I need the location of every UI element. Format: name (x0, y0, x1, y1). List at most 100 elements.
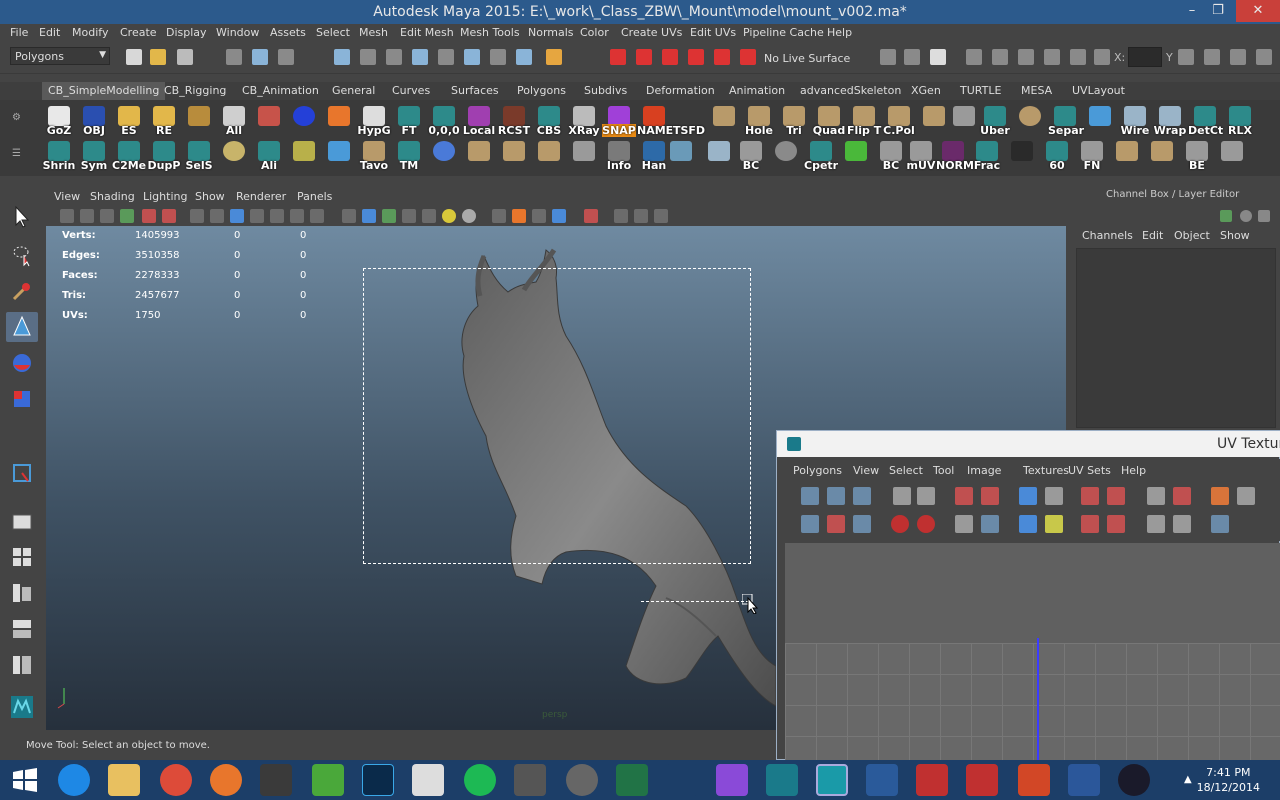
shelf-btn-wire[interactable]: Wire (1118, 104, 1152, 138)
maya-lt-icon[interactable] (766, 764, 798, 796)
uv-border-icon[interactable] (1173, 515, 1191, 533)
shelf-btn-es[interactable]: ES (112, 104, 146, 138)
shelf-btn-separ[interactable]: Separ (1048, 104, 1084, 138)
menu-file[interactable]: File (10, 26, 28, 39)
relative-icon[interactable] (1044, 49, 1060, 65)
vp-menu-renderer[interactable]: Renderer (236, 190, 286, 203)
mask-icon-7[interactable] (490, 49, 506, 65)
lights-icon[interactable] (442, 209, 456, 223)
paint-select-tool-icon[interactable] (6, 276, 38, 306)
uv-tool-icon-4[interactable] (801, 515, 819, 533)
shelf-tab-xgen[interactable]: XGen (905, 82, 947, 100)
shelf-btn-strip[interactable] (917, 104, 951, 138)
vp-menu-view[interactable]: View (54, 190, 80, 203)
select-hierarchy-icon[interactable] (226, 49, 242, 65)
menu-color[interactable]: Color (580, 26, 609, 39)
tool-settings-icon[interactable] (1230, 49, 1246, 65)
cb-menu-show[interactable]: Show (1220, 229, 1250, 242)
shelf-tab-mesa[interactable]: MESA (1015, 82, 1058, 100)
uv-tool-icon-5[interactable] (827, 515, 845, 533)
sidebar-icon[interactable] (1178, 49, 1194, 65)
shelf-btn-blank[interactable] (947, 104, 981, 138)
mask-icon-5[interactable] (438, 49, 454, 65)
shelf-tab-uvlayout[interactable]: UVLayout (1066, 82, 1131, 100)
render-icon[interactable] (904, 49, 920, 65)
snap-view-icon[interactable] (688, 49, 704, 65)
rotate-tool-icon[interactable] (6, 348, 38, 378)
uv-normalize-icon[interactable] (1081, 487, 1099, 505)
ipr-icon[interactable] (1018, 49, 1034, 65)
maximize-button[interactable]: ❐ (1202, 0, 1234, 22)
uv-menu-tool[interactable]: Tool (933, 464, 954, 477)
uv-rotate-cw-icon[interactable] (917, 515, 935, 533)
shelf-btn-rlx[interactable]: RLX (1223, 104, 1257, 138)
shelf-btn-skeleton[interactable] (702, 139, 736, 173)
grease-pencil-icon[interactable] (162, 209, 176, 223)
shelf-btn-bc[interactable]: BC (734, 139, 768, 173)
shelf-btn-grid[interactable] (1083, 104, 1117, 138)
shelf-btn-hole[interactable]: Hole (742, 104, 776, 138)
camera-attr-icon[interactable] (80, 209, 94, 223)
xray-active-icon[interactable] (552, 209, 566, 223)
uv-flip-icon[interactable] (893, 487, 911, 505)
shelf-tab-cb-rigging[interactable]: CB_Rigging (158, 82, 232, 100)
shelf-tab-subdivs[interactable]: Subdivs (578, 82, 633, 100)
snap-live-icon[interactable] (714, 49, 730, 65)
snap-point-icon[interactable] (662, 49, 678, 65)
film-gate-icon[interactable] (210, 209, 224, 223)
menu-normals[interactable]: Normals (528, 26, 574, 39)
shelf-btn-hypg[interactable]: HypG (357, 104, 391, 138)
render-view-icon[interactable] (930, 49, 946, 65)
isolate-icon[interactable] (492, 209, 506, 223)
select-component-icon[interactable] (278, 49, 294, 65)
uv-straighten-icon[interactable] (1107, 487, 1125, 505)
shelf-btn-pillar[interactable] (497, 139, 531, 173)
uvlayout-icon[interactable] (716, 764, 748, 796)
resolution-gate-icon[interactable] (230, 209, 244, 223)
uv-tool-icon-2[interactable] (827, 487, 845, 505)
shelf-btn-sels[interactable]: SelS (182, 139, 216, 173)
shelf-btn-goz[interactable]: GoZ (42, 104, 76, 138)
menu-mesh[interactable]: Mesh (359, 26, 388, 39)
menu-create[interactable]: Create (120, 26, 157, 39)
shelf-gear-icon[interactable]: ⚙ (12, 112, 21, 123)
image-plane-icon[interactable] (120, 209, 134, 223)
shelf-btn-info[interactable]: Info (602, 139, 636, 173)
snap-curve-icon[interactable] (636, 49, 652, 65)
photoshop-icon[interactable] (362, 764, 394, 796)
unreal-icon[interactable] (1118, 764, 1150, 796)
shelf-btn-xray[interactable]: XRay (567, 104, 601, 138)
zbrush-icon[interactable] (260, 764, 292, 796)
shelf-btn-cbs[interactable]: CBS (532, 104, 566, 138)
substance-designer-icon[interactable] (966, 764, 998, 796)
shelf-btn-quad[interactable]: Quad (812, 104, 846, 138)
shelf-btn-fn[interactable]: FN (1075, 139, 1109, 173)
shelf-btn-tri[interactable]: Tri (777, 104, 811, 138)
maya-icon[interactable] (816, 764, 848, 796)
magnet-icon[interactable] (740, 49, 756, 65)
hypershade-icon[interactable] (992, 49, 1008, 65)
cb-menu-channels[interactable]: Channels (1082, 229, 1133, 242)
safe-title-icon[interactable] (310, 209, 324, 223)
shelf-tab-turtle[interactable]: TURTLE (954, 82, 1007, 100)
shelf-btn-muv[interactable]: mUV (904, 139, 938, 173)
save-scene-icon[interactable] (177, 49, 193, 65)
layout-four-icon[interactable] (6, 542, 38, 572)
open-scene-icon[interactable] (150, 49, 166, 65)
shelf-btn-plane[interactable] (707, 104, 741, 138)
shelf-tab-polygons[interactable]: Polygons (511, 82, 572, 100)
shelf-btn-cpetr[interactable]: Cpetr (804, 139, 838, 173)
uv-menu-textures[interactable]: Textures (1023, 464, 1069, 477)
layout-single-icon[interactable] (6, 506, 38, 536)
vp-menu-shading[interactable]: Shading (90, 190, 135, 203)
menu-edit[interactable]: Edit (39, 26, 60, 39)
shelf-tab-animation[interactable]: Animation (723, 82, 791, 100)
uv-menu-help[interactable]: Help (1121, 464, 1146, 477)
shelf-btn-sym[interactable]: Sym (77, 139, 111, 173)
hp-icon[interactable] (666, 764, 698, 796)
shelf-btn-dots[interactable] (1215, 139, 1249, 173)
uv-tool-icon-3[interactable] (853, 487, 871, 505)
shelf-btn-tavo[interactable]: Tavo (357, 139, 391, 173)
smooth-shade-icon[interactable] (362, 209, 376, 223)
excel-icon[interactable] (616, 764, 648, 796)
